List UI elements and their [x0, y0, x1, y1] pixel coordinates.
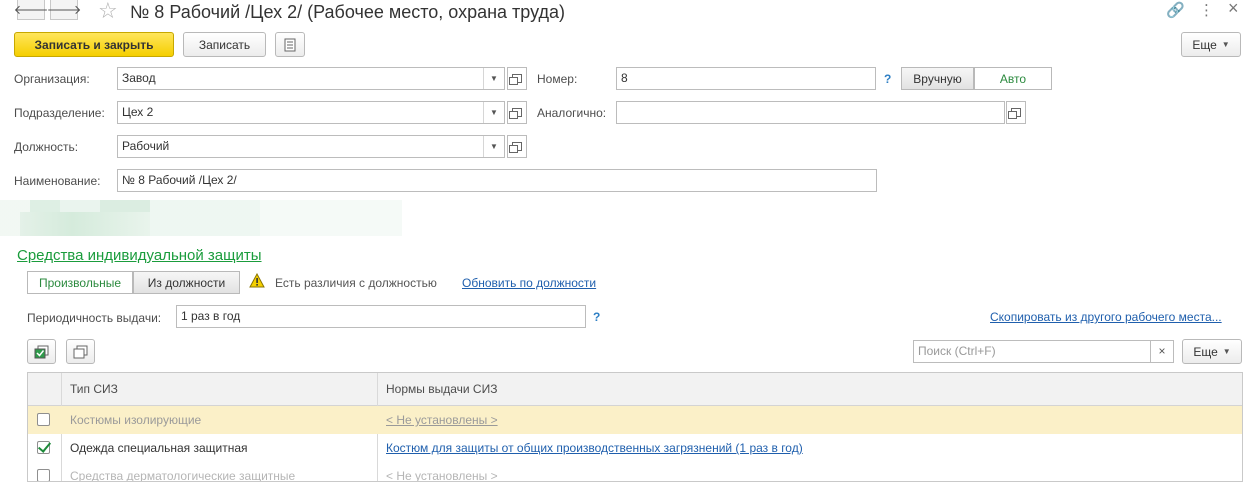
link-icon[interactable]: 🔗 [1166, 1, 1185, 19]
open-window-icon [509, 108, 522, 119]
table-row[interactable]: Костюмы изолирующие < Не установлены > [28, 406, 1242, 434]
search-input[interactable]: Поиск (Ctrl+F) [913, 340, 1151, 363]
row-type: Средства дерматологические защитные [70, 469, 296, 482]
save-button[interactable]: Записать [183, 32, 266, 57]
dept-value: Цех 2 [122, 105, 154, 119]
document-list-icon [284, 38, 296, 51]
check-all-button[interactable] [27, 339, 56, 364]
report-button[interactable] [275, 32, 305, 57]
row-norm-link[interactable]: < Не установлены > [378, 462, 1238, 481]
page-title: № 8 Рабочий /Цех 2/ (Рабочее место, охра… [130, 2, 566, 22]
save-and-close-button[interactable]: Записать и закрыть [14, 32, 174, 57]
name-value: № 8 Рабочий /Цех 2/ [122, 173, 237, 187]
row-type: Костюмы изолирующие [70, 413, 202, 427]
check-all-icon [34, 345, 48, 358]
auto-mode-button[interactable]: Авто [974, 67, 1052, 90]
table-row[interactable]: Средства дерматологические защитные < Не… [28, 462, 1242, 482]
org-field[interactable]: Завод ▼ [117, 67, 505, 90]
chevron-down-icon: ▼ [1221, 40, 1230, 49]
name-label: Наименование: [14, 174, 101, 188]
more-vertical-icon[interactable]: ⋮ [1199, 1, 1214, 19]
org-open-button[interactable] [507, 67, 527, 90]
position-open-button[interactable] [507, 135, 527, 158]
mode-position-label: Из должности [147, 275, 226, 290]
table-more-label: Еще [1193, 344, 1218, 359]
number-value: 8 [621, 71, 628, 85]
similar-open-button[interactable] [1006, 101, 1026, 124]
siz-mode-toggle: Произвольные Из должности [27, 271, 240, 294]
number-label: Номер: [537, 72, 578, 86]
org-label: Организация: [14, 72, 90, 86]
table-header: Тип СИЗ Нормы выдачи СИЗ [28, 373, 1242, 406]
warning-icon [249, 273, 265, 288]
position-value: Рабочий [122, 139, 170, 153]
clear-icon: × [1158, 344, 1166, 358]
favorite-star-icon[interactable]: ☆ [98, 0, 118, 24]
row-checkbox[interactable] [37, 413, 50, 426]
period-field[interactable]: 1 раз в год [176, 305, 586, 328]
siz-table: Тип СИЗ Нормы выдачи СИЗ Костюмы изолиру… [27, 372, 1243, 482]
more-label: Еще [1192, 37, 1217, 52]
row-norm-link[interactable]: Костюм для защиты от общих производствен… [378, 434, 1238, 462]
number-help-icon[interactable]: ? [884, 72, 891, 86]
open-window-icon [509, 142, 522, 153]
update-by-position-link[interactable]: Обновить по должности [462, 276, 596, 290]
period-help-icon[interactable]: ? [593, 310, 600, 324]
uncheck-all-icon [73, 345, 87, 358]
dept-label: Подразделение: [14, 106, 105, 120]
period-label: Периодичность выдачи: [27, 311, 162, 325]
dropdown-caret-icon[interactable]: ▼ [483, 68, 504, 89]
mode-custom-button[interactable]: Произвольные [27, 271, 133, 294]
copy-from-other-link[interactable]: Скопировать из другого рабочего места... [990, 310, 1222, 324]
number-field[interactable]: 8 [616, 67, 876, 90]
save-label: Записать [198, 37, 251, 52]
forward-button[interactable]: 🡒 [47, 0, 81, 20]
manual-mode-button[interactable]: Вручную [901, 67, 974, 90]
row-checkbox[interactable] [37, 469, 50, 481]
org-value: Завод [122, 71, 156, 85]
open-window-icon [1008, 108, 1021, 119]
back-button[interactable]: 🡐 [14, 0, 48, 20]
col-header-norms[interactable]: Нормы выдачи СИЗ [378, 373, 978, 405]
siz-section-title[interactable]: Средства индивидуальной защиты [17, 247, 262, 264]
chevron-down-icon: ▼ [1222, 347, 1231, 356]
blurred-region [0, 200, 402, 236]
save-and-close-label: Записать и закрыть [34, 37, 154, 52]
mode-position-button[interactable]: Из должности [133, 271, 240, 294]
diff-text: Есть различия с должностью [275, 276, 437, 290]
row-checkbox[interactable] [37, 441, 50, 454]
position-field[interactable]: Рабочий ▼ [117, 135, 505, 158]
open-window-icon [509, 74, 522, 85]
auto-label: Авто [999, 71, 1027, 86]
table-more-button[interactable]: Еще ▼ [1182, 339, 1242, 364]
numbering-mode-toggle: Вручную Авто [901, 67, 1052, 90]
more-menu-button[interactable]: Еще ▼ [1181, 32, 1241, 57]
period-value: 1 раз в год [181, 309, 241, 323]
mode-custom-label: Произвольные [38, 275, 121, 290]
arrow-left-icon: 🡐 [13, 1, 49, 17]
row-norm-link[interactable]: < Не установлены > [378, 406, 1238, 434]
dept-open-button[interactable] [507, 101, 527, 124]
table-row[interactable]: Одежда специальная защитная Костюм для з… [28, 434, 1242, 462]
search-placeholder: Поиск (Ctrl+F) [918, 344, 996, 358]
dropdown-caret-icon[interactable]: ▼ [483, 102, 504, 123]
dept-field[interactable]: Цех 2 ▼ [117, 101, 505, 124]
dropdown-caret-icon[interactable]: ▼ [483, 136, 504, 157]
arrow-right-icon: 🡒 [46, 1, 82, 17]
manual-label: Вручную [913, 71, 962, 86]
close-icon[interactable]: × [1228, 0, 1239, 19]
col-header-type[interactable]: Тип СИЗ [62, 373, 378, 405]
row-type: Одежда специальная защитная [70, 441, 248, 455]
search-clear-button[interactable]: × [1150, 340, 1174, 363]
position-label: Должность: [14, 140, 79, 154]
name-field[interactable]: № 8 Рабочий /Цех 2/ [117, 169, 877, 192]
similar-field[interactable] [616, 101, 1005, 124]
similar-label: Аналогично: [537, 106, 607, 120]
uncheck-all-button[interactable] [66, 339, 95, 364]
